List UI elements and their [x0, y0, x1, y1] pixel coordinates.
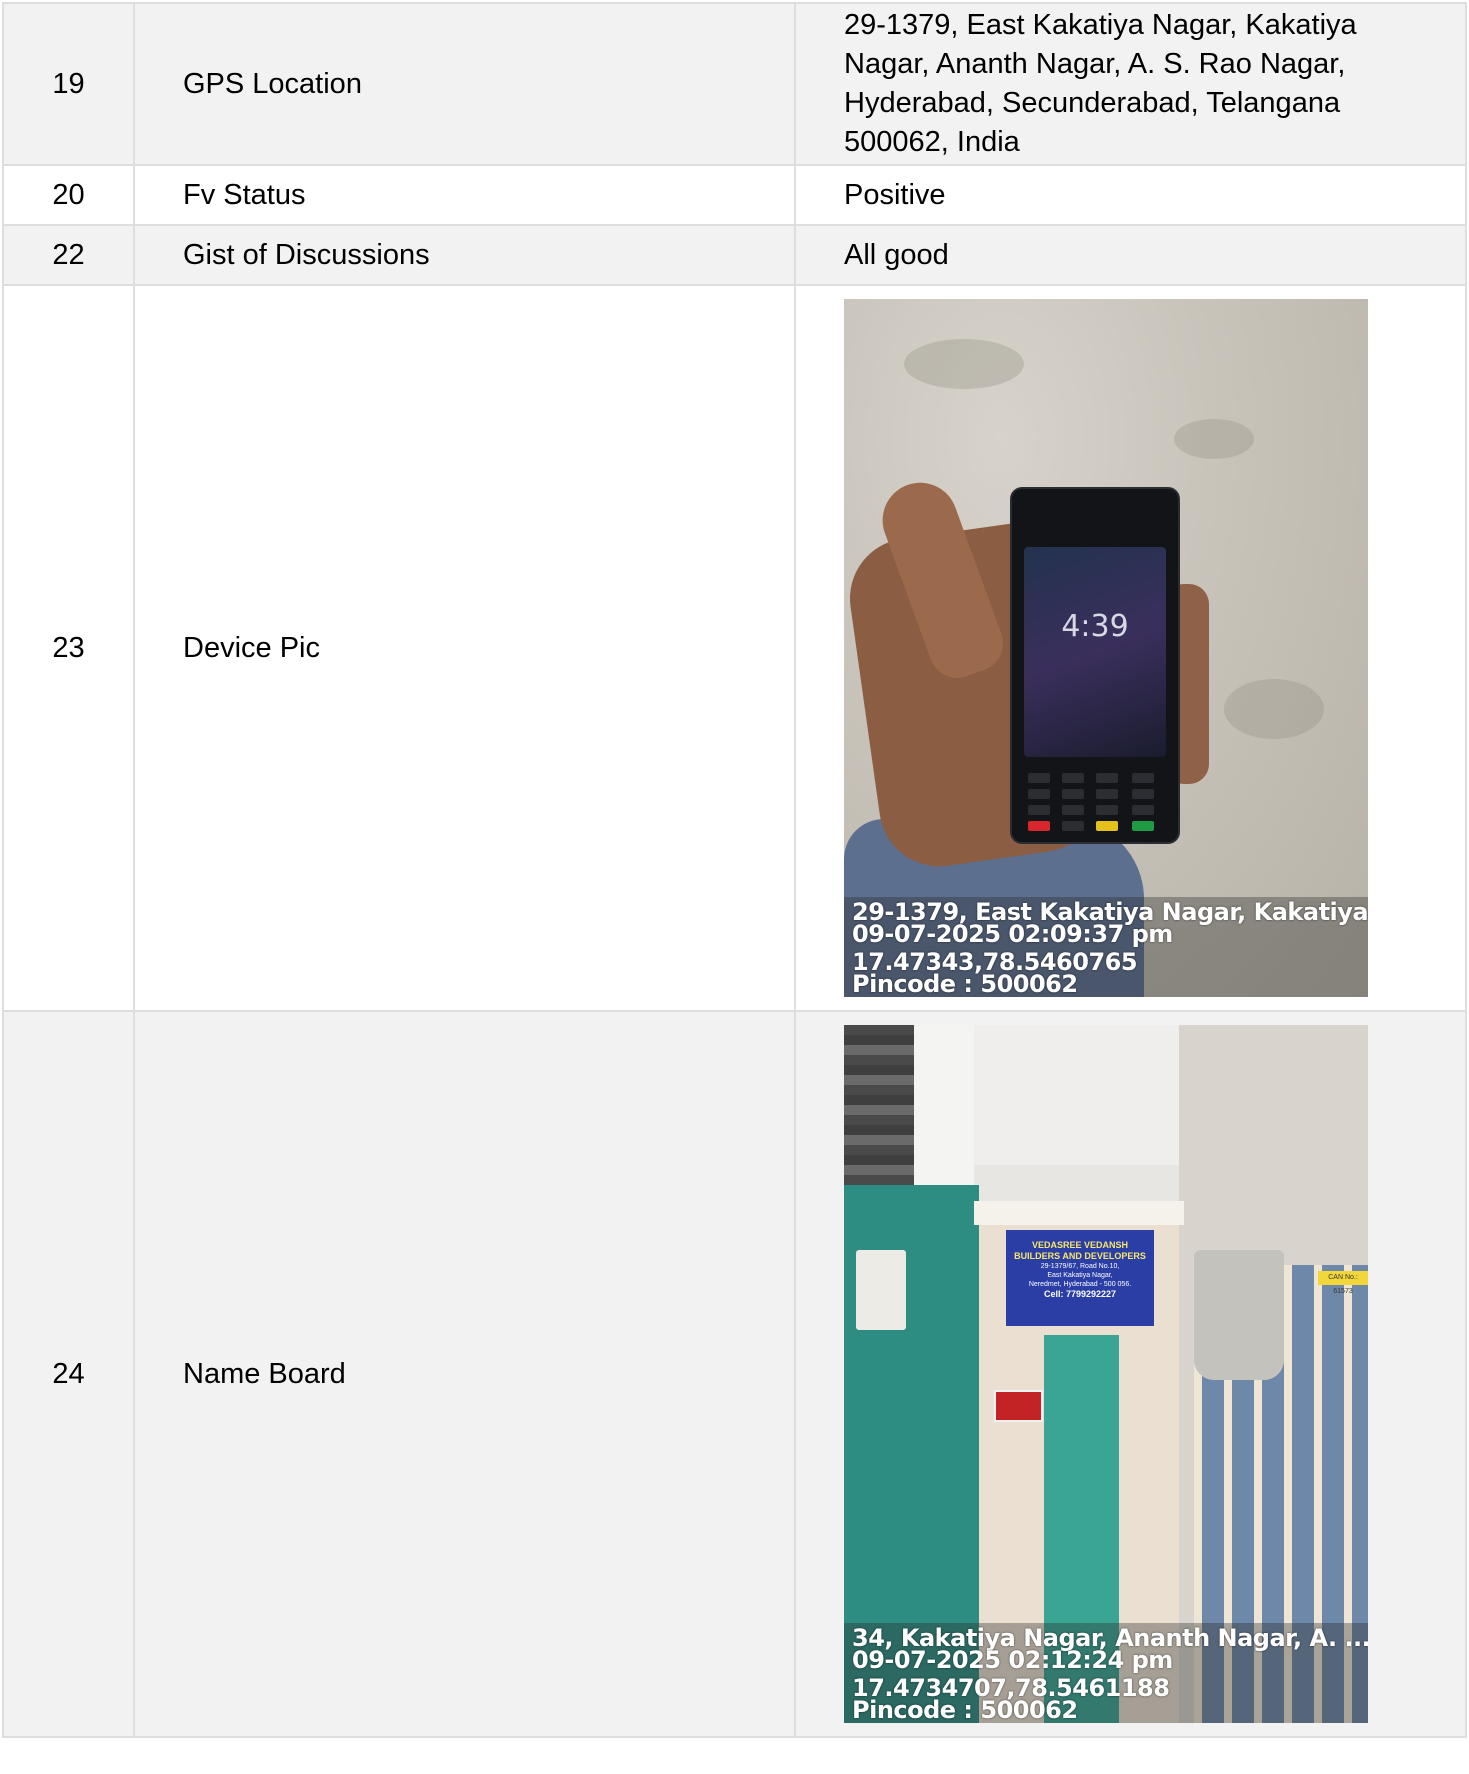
row-number: 24 — [2, 1010, 135, 1738]
terminal-keypad — [1028, 773, 1162, 835]
table-row: 22 Gist of Discussions All good — [2, 224, 1467, 286]
name-board-photo[interactable]: VEDASREE VEDANSH BUILDERS AND DEVELOPERS… — [844, 1025, 1368, 1723]
row-label: Device Pic — [133, 284, 796, 1012]
details-table: 19 GPS Location 29-1379, East Kakatiya N… — [2, 2, 1467, 1738]
row-label: Gist of Discussions — [133, 224, 796, 286]
table-row: 23 Device Pic 4:39 29-1379, East Kakatiy… — [2, 284, 1467, 1012]
device-photo[interactable]: 4:39 29-1379, East Kakatiya Nagar, Kakat… — [844, 299, 1368, 997]
terminal-screen: 4:39 — [1024, 547, 1166, 757]
can-number-tag: CAN No.: 61573 — [1318, 1271, 1368, 1295]
stamp-pincode: Pincode : 500062 — [852, 970, 1078, 997]
table-row: 19 GPS Location 29-1379, East Kakatiya N… — [2, 2, 1467, 166]
fv-status-value: Positive — [794, 164, 1467, 226]
gist-value: All good — [794, 224, 1467, 286]
row-number: 20 — [2, 164, 135, 226]
row-number: 23 — [2, 284, 135, 1012]
pos-terminal: 4:39 — [1012, 489, 1178, 842]
stamp-datetime: 09-07-2025 02:12:24 pm — [852, 1646, 1173, 1674]
name-board-cell: VEDASREE VEDANSH BUILDERS AND DEVELOPERS… — [794, 1010, 1467, 1738]
photo-geo-stamp: 29-1379, East Kakatiya Nagar, Kakatiya N… — [844, 897, 1368, 997]
sticker — [994, 1390, 1043, 1422]
hanging-cloth — [1194, 1250, 1284, 1380]
table-row: 24 Name Board VEDASREE VEDANSH BUILDERS … — [2, 1010, 1467, 1738]
device-pic-cell: 4:39 29-1379, East Kakatiya Nagar, Kakat… — [794, 284, 1467, 1012]
row-number: 22 — [2, 224, 135, 286]
stamp-pincode: Pincode : 500062 — [852, 1696, 1078, 1723]
gps-location-value: 29-1379, East Kakatiya Nagar, Kakatiya N… — [794, 2, 1467, 166]
row-label: GPS Location — [133, 2, 796, 166]
stone-cladding — [844, 1025, 914, 1185]
row-label: Name Board — [133, 1010, 796, 1738]
row-number: 19 — [2, 2, 135, 166]
photo-geo-stamp: 34, Kakatiya Nagar, Ananth Nagar, A. ...… — [844, 1623, 1368, 1723]
electric-box — [856, 1250, 906, 1330]
name-board-sign: VEDASREE VEDANSH BUILDERS AND DEVELOPERS… — [1006, 1230, 1154, 1326]
row-label: Fv Status — [133, 164, 796, 226]
table-row: 20 Fv Status Positive — [2, 164, 1467, 226]
stamp-datetime: 09-07-2025 02:09:37 pm — [852, 920, 1173, 948]
screen-clock: 4:39 — [1061, 609, 1129, 644]
